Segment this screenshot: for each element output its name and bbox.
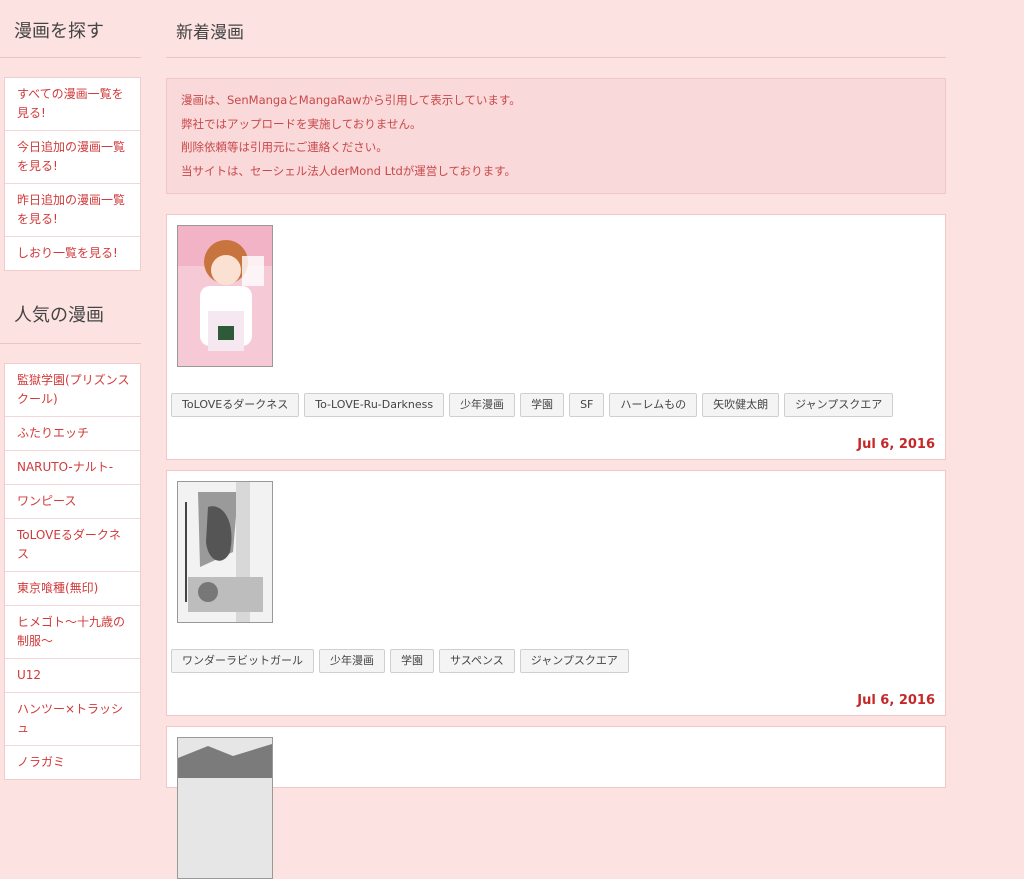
tag-button[interactable]: 少年漫画 (319, 649, 385, 673)
manga-card: ワンダーラビットガール 少年漫画 学園 サスペンス ジャンプスクエア Jul 6… (166, 470, 946, 716)
popular-item[interactable]: ワンピース (5, 485, 140, 519)
browse-item-bookmarks[interactable]: しおり一覧を見る! (5, 237, 140, 270)
notice-box: 漫画は、SenMangaとMangaRawから引用して表示しています。 弊社では… (166, 78, 946, 194)
popular-item[interactable]: ヒメゴト〜十九歳の制服〜 (5, 606, 140, 659)
popular-heading: 人気の漫画 (0, 285, 141, 344)
popular-item[interactable]: NARUTO-ナルト- (5, 451, 140, 485)
manga-card: ToLOVEるダークネス To-LOVE-Ru-Darkness 少年漫画 学園… (166, 214, 946, 460)
browse-item-today[interactable]: 今日追加の漫画一覧を見る! (5, 131, 140, 184)
tag-button[interactable]: ジャンプスクエア (784, 393, 894, 417)
tag-button[interactable]: 学園 (520, 393, 565, 417)
tag-button[interactable]: ワンダーラビットガール (171, 649, 314, 673)
manga-cover-image[interactable] (177, 225, 273, 367)
tag-list: ワンダーラビットガール 少年漫画 学園 サスペンス ジャンプスクエア (171, 649, 629, 673)
tag-button[interactable]: 矢吹健太朗 (702, 393, 780, 417)
manga-card (166, 726, 946, 879)
manga-cover-image[interactable] (177, 481, 273, 623)
popular-item[interactable]: 東京喰種(無印) (5, 572, 140, 606)
tag-button[interactable]: 学園 (390, 649, 434, 673)
browse-list: すべての漫画一覧を見る! 今日追加の漫画一覧を見る! 昨日追加の漫画一覧を見る!… (4, 77, 141, 271)
tag-list: ToLOVEるダークネス To-LOVE-Ru-Darkness 少年漫画 学園… (171, 393, 894, 417)
popular-item[interactable]: ハンツー×トラッシュ (5, 693, 140, 746)
notice-line: 漫画は、SenMangaとMangaRawから引用して表示しています。 (181, 93, 521, 107)
tag-button[interactable]: ジャンプスクエア (519, 649, 629, 673)
browse-item-all[interactable]: すべての漫画一覧を見る! (5, 78, 140, 131)
tag-button[interactable]: To-LOVE-Ru-Darkness (304, 393, 445, 417)
popular-item[interactable]: 監獄学園(プリズンスクール) (5, 364, 140, 417)
popular-item[interactable]: ToLOVEるダークネス (5, 519, 140, 572)
tag-button[interactable]: SF (569, 393, 605, 417)
card-date: Jul 6, 2016 (857, 437, 935, 452)
notice-line: 弊社ではアップロードを実施しておりません。 (181, 116, 422, 131)
tag-button[interactable]: サスペンス (439, 649, 515, 673)
page-title: 新着漫画 (166, 0, 946, 58)
tag-button[interactable]: 少年漫画 (449, 393, 516, 417)
card-date: Jul 6, 2016 (857, 693, 935, 708)
manga-cover-image[interactable] (177, 737, 273, 879)
popular-item[interactable]: ふたりエッチ (5, 417, 140, 451)
browse-heading: 漫画を探す (0, 0, 141, 58)
notice-line: 削除依頼等は引用元にご連絡ください。 (181, 140, 388, 154)
tag-button[interactable]: ToLOVEるダークネス (171, 393, 300, 417)
popular-item[interactable]: ノラガミ (5, 746, 140, 779)
popular-list: 監獄学園(プリズンスクール) ふたりエッチ NARUTO-ナルト- ワンピース … (4, 363, 141, 780)
notice-line: 当サイトは、セーシェル法人derMond Ltdが運営しております。 (181, 163, 516, 178)
browse-item-yesterday[interactable]: 昨日追加の漫画一覧を見る! (5, 184, 140, 237)
sidebar: 漫画を探す すべての漫画一覧を見る! 今日追加の漫画一覧を見る! 昨日追加の漫画… (0, 0, 150, 780)
main-content: 新着漫画 漫画は、SenMangaとMangaRawから引用して表示しています。… (166, 0, 946, 879)
popular-item[interactable]: U12 (5, 659, 140, 693)
tag-button[interactable]: ハーレムもの (609, 393, 698, 417)
